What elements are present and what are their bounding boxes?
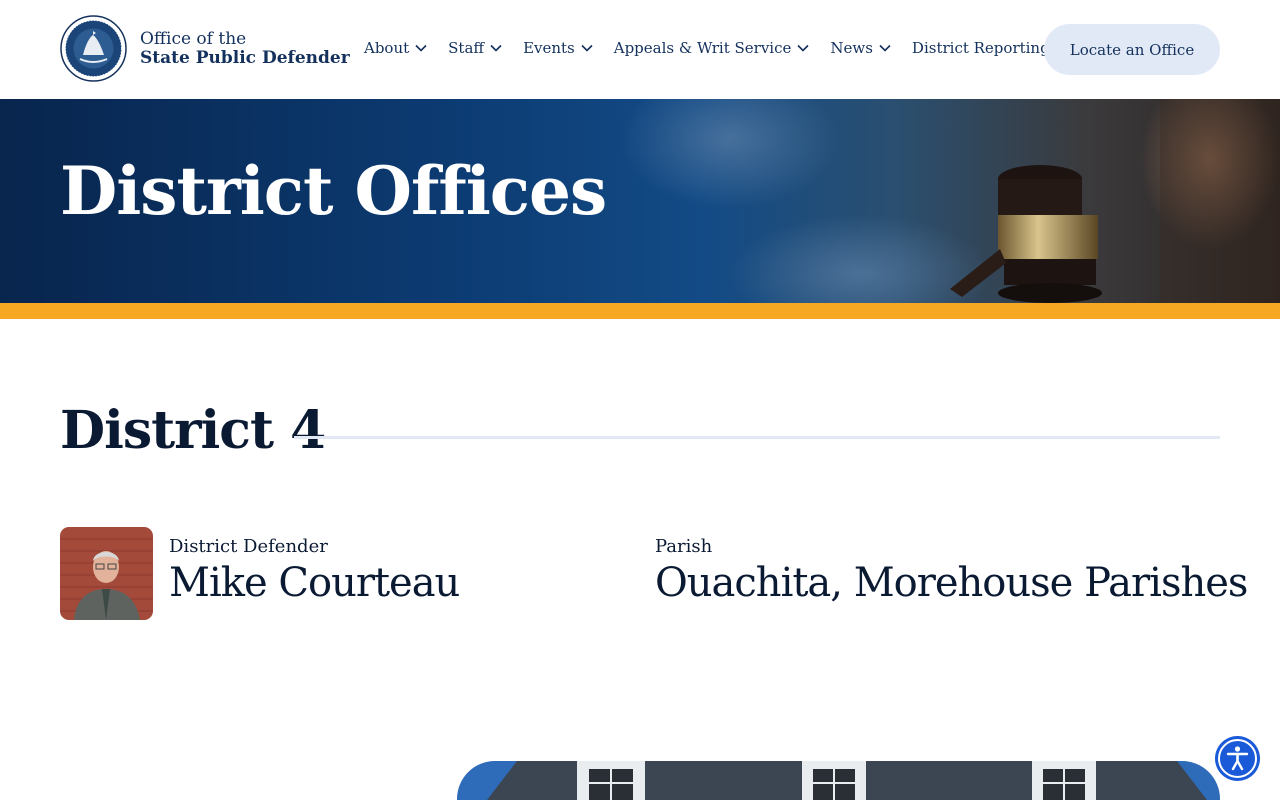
nav-label: News [830, 39, 873, 57]
nav-label: Events [523, 39, 575, 57]
district-defender-block: District Defender Mike Courteau [60, 527, 460, 620]
page-title: District Offices [60, 152, 607, 230]
chevron-down-icon [415, 44, 427, 52]
defender-photo [60, 527, 153, 620]
site-header: Office of the State Public Defender Abou… [0, 0, 1280, 99]
nav-label: Appeals & Writ Service [613, 39, 792, 57]
state-seal-icon [60, 15, 127, 82]
logo-line-2: State Public Defender [140, 47, 350, 68]
parish-block: Parish Ouachita, Morehouse Parishes [655, 536, 1248, 606]
nav-label: District Reporting [911, 39, 1050, 57]
chevron-down-icon [490, 44, 502, 52]
accessibility-button[interactable] [1215, 736, 1260, 781]
hero-banner: District Offices [0, 99, 1280, 303]
nav-item-staff[interactable]: Staff [448, 39, 502, 57]
accent-bar [0, 303, 1280, 319]
district-heading: District 4 [60, 400, 326, 461]
nav-item-news[interactable]: News [830, 39, 891, 57]
nav-item-district-reporting[interactable]: District Reporting [912, 39, 1050, 57]
nav-item-events[interactable]: Events [523, 39, 593, 57]
nav-label: Staff [448, 39, 485, 57]
site-logo-link[interactable]: Office of the State Public Defender [60, 15, 350, 82]
chevron-down-icon [797, 44, 809, 52]
section-divider [294, 436, 1220, 439]
defender-name: Mike Courteau [169, 559, 460, 606]
accessibility-icon [1218, 739, 1257, 778]
chevron-down-icon [581, 44, 593, 52]
nav-item-about[interactable]: About [364, 39, 427, 57]
main-nav: About Staff Events Appeals & Writ Servic… [364, 39, 1071, 57]
defender-label: District Defender [169, 536, 328, 557]
nav-item-appeals-writ-service[interactable]: Appeals & Writ Service [614, 39, 810, 57]
parish-name: Ouachita, Morehouse Parishes [655, 559, 1248, 606]
logo-line-1: Office of the [140, 28, 247, 49]
chevron-down-icon [879, 44, 891, 52]
locate-office-button[interactable]: Locate an Office [1044, 24, 1220, 75]
parish-label: Parish [655, 536, 713, 557]
nav-label: About [364, 39, 410, 57]
office-building-photo [457, 761, 1220, 800]
